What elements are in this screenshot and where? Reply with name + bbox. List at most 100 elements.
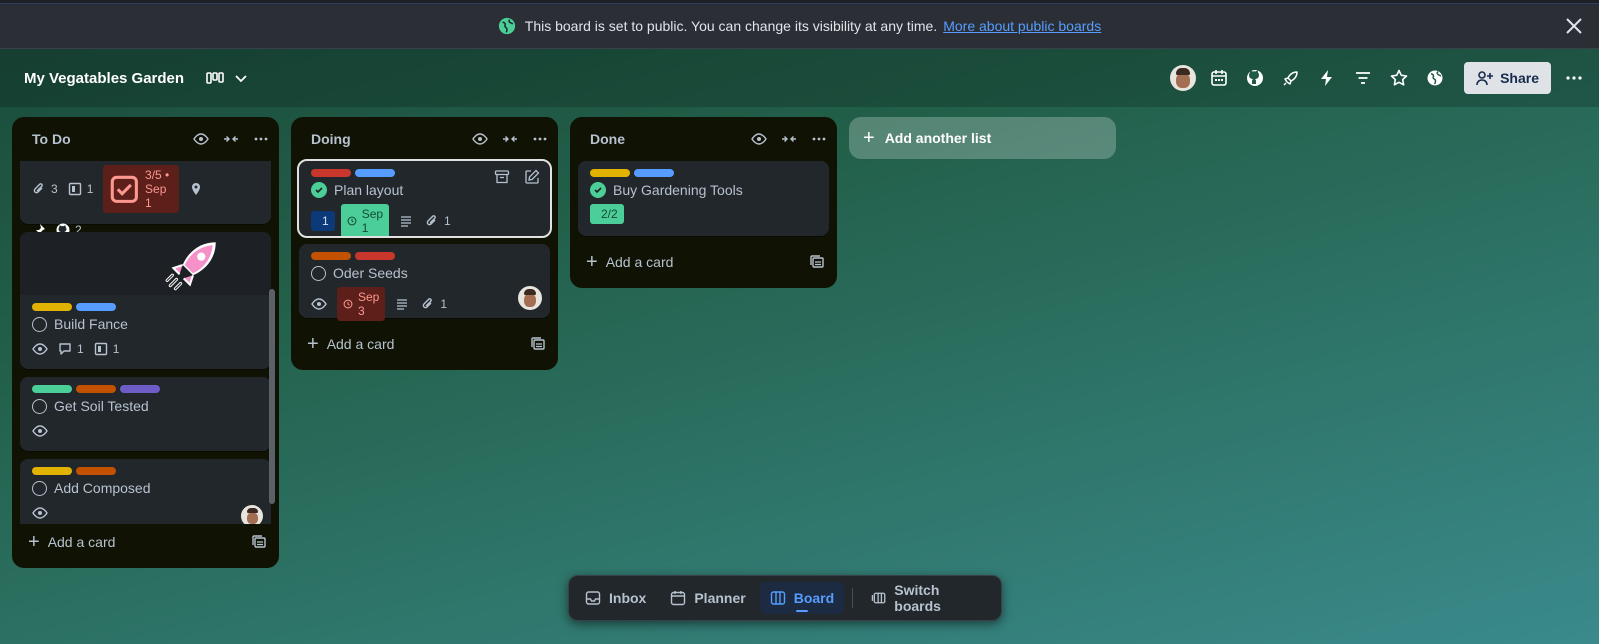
- watch-icon[interactable]: [472, 131, 488, 147]
- card-title: Add Composed: [54, 480, 151, 496]
- card-build-fance[interactable]: Build Fance 1 1: [20, 232, 271, 369]
- attachments-count: 1: [440, 297, 448, 311]
- list-header[interactable]: Done: [570, 117, 837, 161]
- complete-toggle[interactable]: [311, 265, 326, 281]
- calendar-powerup-button[interactable]: [1206, 65, 1232, 91]
- due-date: Sep 1: [361, 207, 384, 235]
- list-done: Done Buy Gardening Tools 2/2 + Add a car…: [570, 117, 837, 288]
- list-header[interactable]: To Do: [12, 117, 279, 161]
- add-another-list-button[interactable]: + Add another list: [849, 117, 1116, 159]
- collapse-icon[interactable]: [781, 131, 797, 147]
- attachments-badge: 3: [32, 182, 58, 196]
- paperclip-icon: [33, 183, 43, 194]
- scrollbar-thumb[interactable]: [269, 289, 275, 504]
- complete-toggle[interactable]: [32, 480, 47, 496]
- plus-icon: +: [586, 251, 598, 273]
- card-partial[interactable]: 3 1 3/5 • Sep 1 2: [20, 161, 271, 237]
- star-board-button[interactable]: [1386, 65, 1412, 91]
- rocket-icon: [1283, 71, 1298, 86]
- public-boards-link[interactable]: More about public boards: [943, 18, 1101, 34]
- member-avatar[interactable]: [518, 286, 542, 310]
- collapse-icon[interactable]: [223, 131, 239, 147]
- automation-button[interactable]: [1314, 65, 1340, 91]
- completed-check-icon[interactable]: [590, 182, 606, 198]
- board-title[interactable]: My Vegatables Garden: [24, 70, 184, 87]
- github-icon: [1247, 70, 1264, 86]
- switch-boards-icon: [871, 592, 886, 604]
- template-icon[interactable]: [530, 336, 546, 352]
- card-buy-gardening-tools[interactable]: Buy Gardening Tools 2/2: [578, 161, 829, 236]
- list-scrollbar[interactable]: [269, 161, 275, 524]
- add-card-button[interactable]: + Add a card: [12, 524, 279, 560]
- lightning-icon: [1321, 70, 1333, 86]
- likes-count: 1: [322, 214, 329, 228]
- github-powerup-button[interactable]: [1242, 65, 1268, 91]
- likes-badge[interactable]: 1: [311, 211, 335, 231]
- more-icon: [1566, 76, 1582, 80]
- card-add-composed[interactable]: Add Composed: [20, 459, 271, 524]
- checklist-due-badge: 3/5 • Sep 1: [103, 165, 180, 213]
- description-icon: [401, 216, 412, 227]
- watch-icon[interactable]: [751, 131, 767, 147]
- more-icon[interactable]: [253, 131, 269, 147]
- visibility-button[interactable]: [1422, 65, 1448, 91]
- nav-switch-label: Switch boards: [894, 582, 941, 614]
- nav-planner-label: Planner: [694, 590, 746, 606]
- card-title: Plan layout: [334, 182, 404, 198]
- completed-check-icon[interactable]: [311, 182, 327, 198]
- public-board-banner: This board is set to public. You can cha…: [0, 4, 1599, 49]
- template-icon[interactable]: [251, 534, 267, 550]
- list-title[interactable]: Done: [590, 131, 751, 147]
- board-view-icon: [206, 72, 224, 84]
- list-title[interactable]: Doing: [311, 131, 472, 147]
- share-button[interactable]: Share: [1464, 62, 1551, 94]
- due-date: Sep 3: [358, 290, 380, 318]
- template-icon[interactable]: [809, 254, 825, 270]
- archive-icon[interactable]: [494, 169, 510, 185]
- member-avatar[interactable]: [1170, 65, 1197, 91]
- nav-board[interactable]: Board: [759, 582, 845, 614]
- add-card-button[interactable]: + Add a card: [570, 244, 837, 280]
- nav-planner[interactable]: Planner: [660, 582, 755, 614]
- complete-toggle[interactable]: [32, 316, 47, 332]
- card-get-soil-tested[interactable]: Get Soil Tested: [20, 377, 271, 451]
- member-avatar[interactable]: [241, 505, 263, 524]
- card-icon: [68, 182, 81, 196]
- complete-toggle[interactable]: [32, 398, 47, 414]
- chevron-down-icon: [235, 75, 247, 83]
- paperclip-icon: [423, 298, 433, 309]
- attachments-count: 3: [51, 182, 58, 196]
- board-icon: [770, 591, 785, 605]
- due-date-badge[interactable]: Sep 1: [340, 204, 390, 238]
- more-icon[interactable]: [532, 131, 548, 147]
- calendar-icon: [671, 591, 686, 606]
- board-view-switcher[interactable]: [206, 71, 248, 85]
- due-date-badge[interactable]: Sep 3: [337, 287, 386, 321]
- close-icon[interactable]: [1563, 15, 1585, 37]
- list-title[interactable]: To Do: [32, 131, 193, 147]
- nav-inbox-label: Inbox: [609, 590, 647, 606]
- collapse-icon[interactable]: [502, 131, 518, 147]
- add-person-icon: [1476, 71, 1494, 86]
- list-cards-scroll[interactable]: 3 1 3/5 • Sep 1 2 Build Fance 1 1 Get So…: [12, 161, 279, 524]
- more-icon[interactable]: [811, 131, 827, 147]
- edit-icon[interactable]: [524, 169, 540, 185]
- card-count: 1: [86, 182, 94, 196]
- checklist-badge: 2/2: [590, 204, 624, 224]
- add-card-label: Add a card: [605, 254, 674, 270]
- nav-inbox[interactable]: Inbox: [575, 582, 656, 614]
- list-header[interactable]: Doing: [291, 117, 558, 161]
- automation-rocket-button[interactable]: [1278, 65, 1304, 91]
- filter-button[interactable]: [1350, 65, 1376, 91]
- board-menu-button[interactable]: [1561, 65, 1587, 91]
- comments-count: 1: [77, 342, 84, 356]
- card-plan-layout[interactable]: Plan layout 1 Sep 1 1: [297, 159, 552, 238]
- clock-icon: [343, 299, 353, 309]
- watch-icon[interactable]: [193, 131, 209, 147]
- card-oder-seeds[interactable]: Oder Seeds Sep 3 1: [299, 244, 550, 321]
- calendar-icon: [1211, 70, 1227, 86]
- comment-icon: [59, 343, 71, 355]
- nav-switch-boards[interactable]: Switch boards: [861, 582, 995, 614]
- list-doing: Doing Plan layout 1 Sep 1 1 Oder Seeds S…: [291, 117, 558, 370]
- add-card-button[interactable]: + Add a card: [291, 326, 558, 362]
